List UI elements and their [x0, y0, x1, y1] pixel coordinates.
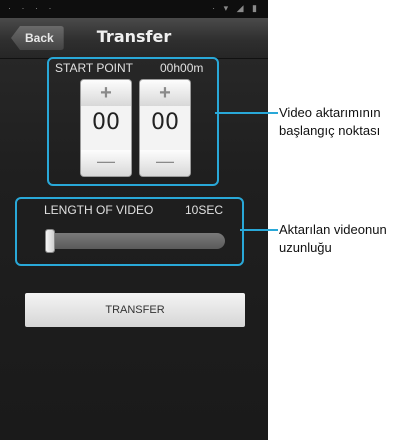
hours-spinner: + 00 —: [81, 80, 131, 176]
status-indicators-left: · · · ·: [8, 3, 56, 13]
status-bar: · · · · · ▾ ◢ ▮: [0, 0, 268, 18]
length-leader-line: [240, 229, 278, 231]
hours-increment-button[interactable]: +: [81, 80, 131, 106]
minutes-increment-button[interactable]: +: [140, 80, 190, 106]
status-indicators-right: · ▾ ◢ ▮: [212, 3, 260, 13]
start-point-highlight: [47, 57, 219, 186]
nav-bar: Back Transfer: [0, 18, 268, 59]
start-point-leader-line: [215, 112, 278, 114]
length-annotation: Aktarılan videonun uzunluğu: [279, 221, 387, 257]
hours-value: 00: [92, 110, 120, 135]
transfer-button[interactable]: TRANSFER: [25, 293, 245, 327]
length-slider-track[interactable]: [45, 233, 225, 249]
length-slider-thumb[interactable]: [46, 230, 54, 252]
length-label: LENGTH OF VIDEO: [44, 203, 154, 217]
minutes-decrement-button[interactable]: —: [140, 150, 190, 176]
start-point-value: 00h00m: [160, 61, 204, 75]
page-title: Transfer: [96, 27, 172, 46]
start-point-label: START POINT: [55, 61, 134, 75]
phone-screen: · · · · · ▾ ◢ ▮ Back Transfer START POIN…: [0, 0, 268, 440]
minutes-value: 00: [151, 110, 179, 135]
start-point-annotation-line1: Video aktarımının: [279, 105, 381, 120]
hours-decrement-button[interactable]: —: [81, 150, 131, 176]
start-point-annotation: Video aktarımının başlangıç noktası: [279, 104, 381, 140]
length-annotation-line1: Aktarılan videonun: [279, 222, 387, 237]
length-value: 10SEC: [185, 203, 224, 217]
minutes-spinner: + 00 —: [140, 80, 190, 176]
start-point-annotation-line2: başlangıç noktası: [279, 123, 381, 138]
length-annotation-line2: uzunluğu: [279, 240, 332, 255]
